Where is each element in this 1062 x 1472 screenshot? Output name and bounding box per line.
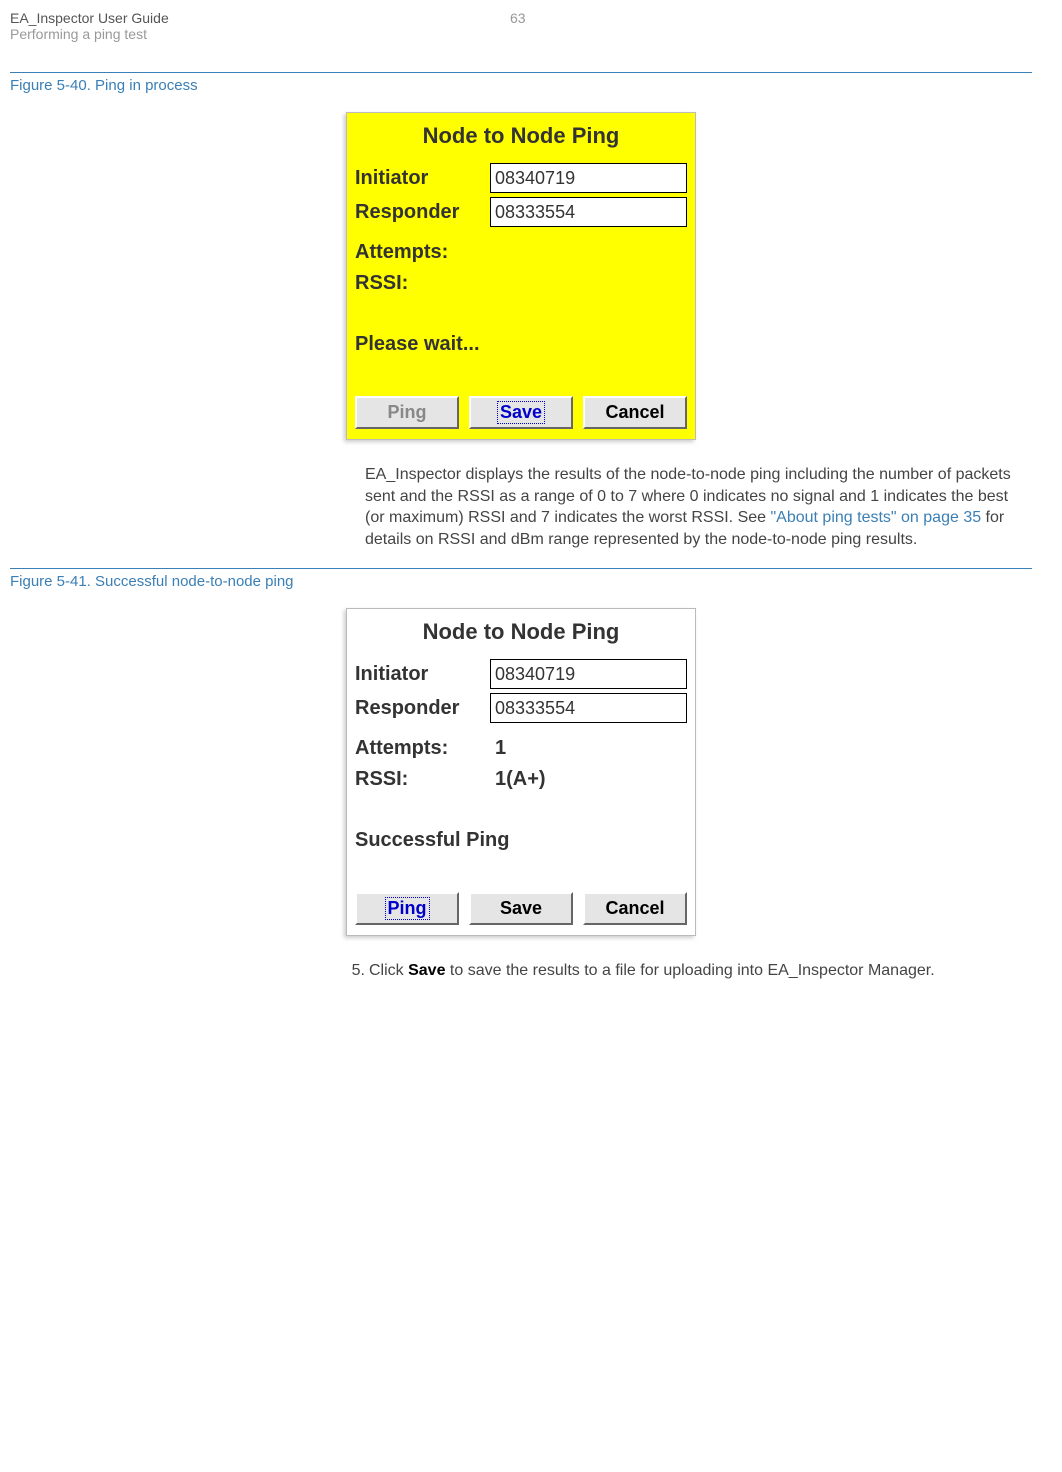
status-message: Please wait...: [347, 303, 695, 396]
attempts-value: 1: [495, 737, 506, 760]
rssi-label: RSSI:: [355, 768, 495, 791]
attempts-label: Attempts:: [355, 737, 495, 760]
doc-subtitle: Performing a ping test: [10, 26, 510, 42]
responder-label: Responder: [355, 201, 490, 224]
figure-caption-1: Figure 5-40. Ping in process: [10, 77, 1032, 94]
initiator-label: Initiator: [355, 167, 490, 190]
step-number: 5.: [340, 960, 365, 982]
save-button[interactable]: Save: [469, 892, 573, 925]
ping-button[interactable]: Ping: [355, 396, 459, 429]
step-5: 5. Click Save to save the results to a f…: [340, 960, 1012, 982]
cancel-button[interactable]: Cancel: [583, 892, 687, 925]
rssi-value: 1(A+): [495, 768, 546, 791]
save-button[interactable]: Save: [469, 396, 573, 429]
figure-divider: [10, 72, 1032, 73]
responder-input[interactable]: 08333554: [490, 197, 687, 227]
page-number: 63: [510, 10, 526, 26]
doc-title: EA_Inspector User Guide: [10, 10, 510, 26]
page-header: EA_Inspector User Guide Performing a pin…: [10, 10, 1032, 42]
figure-caption-2: Figure 5-41. Successful node-to-node pin…: [10, 573, 1032, 590]
about-ping-tests-link[interactable]: "About ping tests" on page 35: [770, 509, 981, 526]
initiator-label: Initiator: [355, 663, 490, 686]
attempts-label: Attempts:: [355, 241, 495, 264]
initiator-input[interactable]: 08340719: [490, 659, 687, 689]
ping-dialog-success: Node to Node Ping Initiator 08340719 Res…: [346, 608, 696, 936]
results-description: EA_Inspector displays the results of the…: [365, 464, 1012, 550]
ping-button[interactable]: Ping: [355, 892, 459, 925]
dialog-title: Node to Node Ping: [347, 609, 695, 659]
responder-label: Responder: [355, 697, 490, 720]
responder-input[interactable]: 08333554: [490, 693, 687, 723]
dialog-title: Node to Node Ping: [347, 113, 695, 163]
save-keyword: Save: [408, 962, 445, 979]
figure-divider: [10, 568, 1032, 569]
ping-dialog-in-process: Node to Node Ping Initiator 08340719 Res…: [346, 112, 696, 440]
status-message: Successful Ping: [347, 799, 695, 892]
cancel-button[interactable]: Cancel: [583, 396, 687, 429]
initiator-input[interactable]: 08340719: [490, 163, 687, 193]
rssi-label: RSSI:: [355, 272, 495, 295]
